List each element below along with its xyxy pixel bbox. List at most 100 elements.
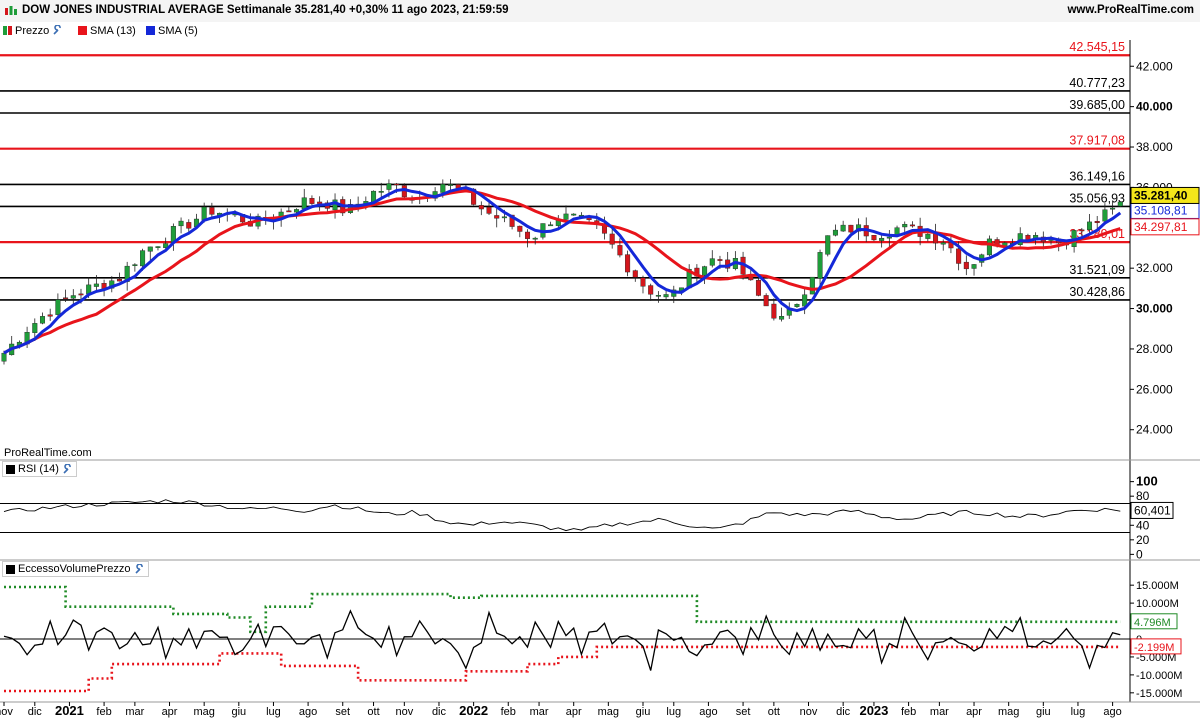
x-tick-label: 2023: [859, 703, 888, 718]
candle-body: [702, 266, 708, 276]
candle-body: [1, 352, 7, 362]
wrench-icon[interactable]: [134, 563, 145, 575]
candle-body: [632, 270, 638, 278]
rsi-legend[interactable]: RSI (14): [2, 461, 77, 477]
candle-body: [655, 294, 661, 297]
x-tick-label: dic: [836, 706, 851, 718]
x-tick-label: ott: [367, 706, 379, 718]
candle-body: [909, 224, 915, 227]
candle-body: [963, 261, 969, 270]
x-tick-label: lug: [1071, 706, 1086, 718]
candle-body: [116, 278, 122, 282]
candle-body: [386, 183, 392, 190]
x-tick-label: mar: [930, 706, 949, 718]
level-label: 30.428,86: [1069, 285, 1125, 299]
candle-body: [1086, 221, 1093, 230]
sma5-value: 35.108,81: [1134, 203, 1188, 217]
x-tick-label: dic: [432, 706, 447, 718]
candle-body: [648, 285, 654, 295]
x-tick-label: mar: [125, 706, 144, 718]
candle-body: [902, 223, 908, 228]
volume-lower-value: -2.199M: [1134, 642, 1174, 654]
price-tick-label: 40.000: [1136, 100, 1173, 114]
volume-tick-label: -10.000M: [1136, 670, 1182, 682]
candle-body: [286, 210, 292, 213]
level-label: 31.521,09: [1069, 263, 1125, 277]
x-tick-label: mag: [598, 706, 619, 718]
volume-line: [3, 609, 1121, 671]
x-tick-label: apr: [162, 706, 178, 718]
x-tick-label: nov: [395, 706, 413, 718]
candle-body: [625, 254, 631, 273]
candle-body: [301, 197, 307, 210]
candle-body: [70, 295, 76, 299]
watermark: ProRealTime.com: [4, 447, 92, 459]
candle-body: [817, 252, 823, 279]
candle-body: [832, 229, 838, 236]
x-tick-label: ago: [699, 706, 717, 718]
sma13-value: 34.297,81: [1134, 220, 1188, 234]
candle-body: [871, 235, 877, 241]
candle-body: [1117, 201, 1123, 207]
candle-body: [209, 207, 215, 215]
candle-body: [39, 316, 46, 324]
x-tick-label: lug: [266, 706, 281, 718]
x-tick-label: ago: [299, 706, 317, 718]
candle-body: [1094, 221, 1100, 224]
price-tick-label: 26.000: [1136, 382, 1173, 396]
x-tick-label: apr: [566, 706, 582, 718]
candle-body: [663, 294, 669, 298]
candle-body: [32, 323, 38, 333]
candle-body: [563, 213, 569, 220]
rsi-panel-header: RSI (14): [0, 460, 1130, 477]
candle-body: [1102, 209, 1108, 222]
candle-body: [93, 283, 99, 287]
candle-body: [617, 245, 623, 256]
x-tick-label: giu: [1036, 706, 1051, 718]
candle-body: [317, 201, 323, 204]
x-tick-label: mag: [998, 706, 1019, 718]
candle-body: [532, 237, 538, 240]
last-price: 35.281,40: [1134, 188, 1188, 202]
x-tick-label: set: [335, 706, 350, 718]
candle-body: [147, 246, 153, 252]
candle-body: [755, 279, 761, 296]
candle-body: [186, 222, 192, 229]
candle-body: [524, 231, 531, 239]
rsi-tick-label: 40: [1136, 518, 1150, 532]
x-tick-label: ago: [1103, 706, 1121, 718]
volume-panel-header: EccessoVolumePrezzo: [0, 560, 1130, 577]
rsi-tick-label: 100: [1136, 474, 1158, 489]
volume-title: EccessoVolumePrezzo: [18, 563, 131, 575]
rsi-tick-label: 0: [1136, 547, 1143, 561]
candle-body: [78, 293, 84, 296]
x-tick-label: mar: [530, 706, 549, 718]
volume-swatch-icon: [6, 564, 15, 574]
rsi-line: [3, 499, 1121, 532]
candle-body: [394, 183, 400, 186]
x-tick-label: set: [736, 706, 751, 718]
candle-body: [840, 224, 846, 232]
level-label: 39.685,00: [1069, 98, 1125, 112]
volume-tick-label: 15.000M: [1136, 580, 1179, 592]
level-label: 42.545,15: [1069, 40, 1125, 54]
x-tick-label: feb: [96, 706, 111, 718]
x-tick-label: feb: [501, 706, 516, 718]
x-tick-label: ott: [768, 706, 780, 718]
candle-body: [486, 206, 492, 214]
x-tick-label: feb: [901, 706, 916, 718]
x-tick-label: 2022: [459, 703, 488, 718]
chart-canvas[interactable]: 42.545,15 40.777,23 39.685,00 37.917,08 36.1…: [0, 0, 1200, 720]
volume-legend[interactable]: EccessoVolumePrezzo: [2, 561, 149, 577]
volume-lower-band: [4, 645, 1121, 693]
sma13-line: [3, 189, 1121, 355]
candle-body: [1079, 229, 1085, 232]
candle-body: [378, 191, 384, 193]
price-tick-label: 24.000: [1136, 423, 1173, 437]
wrench-icon[interactable]: [62, 463, 73, 475]
candle-body: [794, 304, 800, 307]
candle-body: [494, 215, 500, 219]
rsi-tick-label: 20: [1136, 533, 1150, 547]
candle-body: [609, 233, 615, 245]
x-tick-label: apr: [966, 706, 982, 718]
